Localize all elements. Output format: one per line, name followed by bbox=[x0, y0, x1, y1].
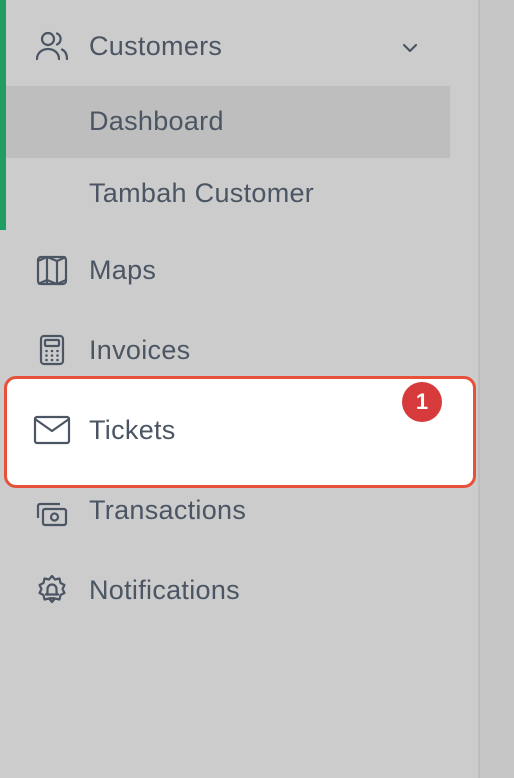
calculator-icon bbox=[32, 330, 72, 370]
cash-icon bbox=[32, 490, 72, 530]
sidebar-item-maps[interactable]: Maps bbox=[0, 242, 478, 298]
sidebar-item-label: Transactions bbox=[89, 494, 247, 525]
bell-gear-icon bbox=[32, 570, 72, 610]
submenu-item-tambah-customer[interactable]: Tambah Customer bbox=[89, 178, 314, 209]
sidebar-item-label: Notifications bbox=[89, 574, 240, 605]
sidebar-item-invoices[interactable]: Invoices bbox=[0, 322, 478, 378]
sidebar-item-label: Maps bbox=[89, 254, 157, 285]
sidebar-item-label: Customers bbox=[89, 30, 223, 61]
chevron-down-icon[interactable] bbox=[396, 34, 424, 62]
submenu-item-dashboard[interactable] bbox=[6, 86, 450, 158]
sidebar-item-transactions[interactable]: Transactions bbox=[0, 482, 478, 538]
users-icon bbox=[32, 26, 72, 66]
content-panel-edge bbox=[478, 0, 514, 778]
sidebar-item-label: Tickets bbox=[89, 414, 176, 445]
sidebar-item-notifications[interactable]: Notifications bbox=[0, 562, 478, 618]
map-icon bbox=[32, 250, 72, 290]
mail-icon bbox=[32, 410, 72, 450]
notification-badge: 1 bbox=[402, 382, 442, 422]
submenu-item-label: Dashboard bbox=[89, 106, 224, 136]
sidebar-item-label: Invoices bbox=[89, 334, 191, 365]
